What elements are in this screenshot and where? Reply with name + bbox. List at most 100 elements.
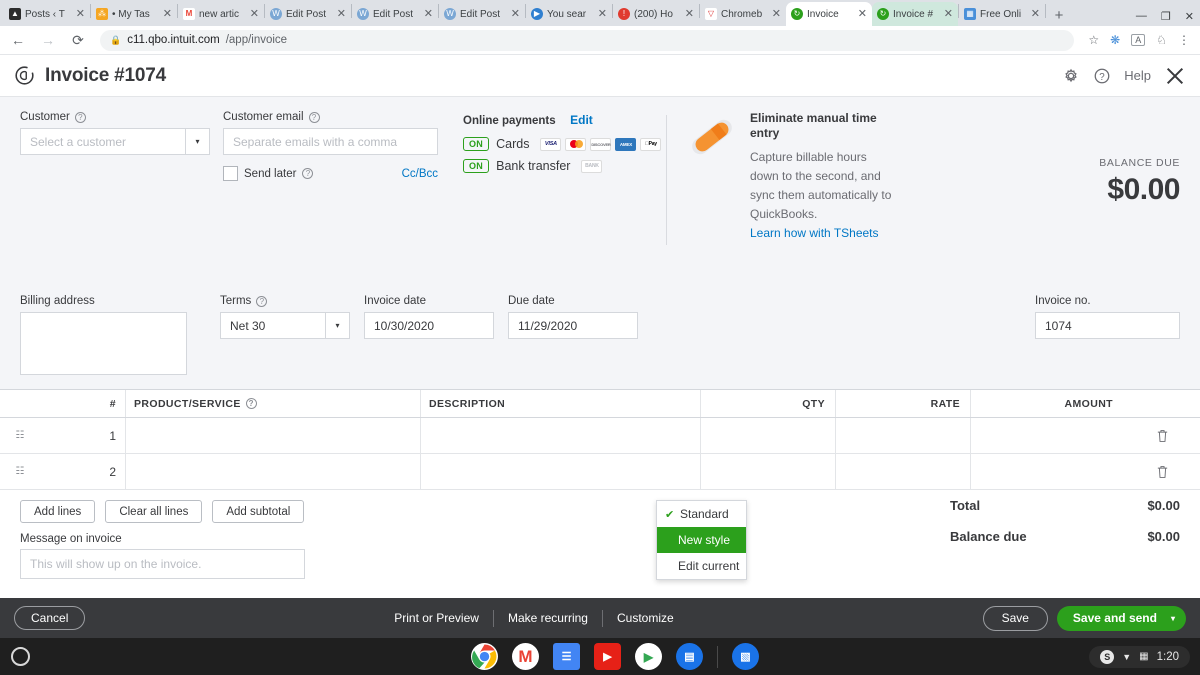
billing-address-input[interactable]: [20, 312, 187, 375]
chevron-down-icon[interactable]: ▾: [325, 313, 349, 338]
menu-item-new-style[interactable]: New style: [657, 527, 746, 553]
add-lines-button[interactable]: Add lines: [20, 500, 96, 523]
amount-cell[interactable]: [970, 454, 1125, 489]
menu-item-standard[interactable]: ✔ Standard: [657, 501, 746, 527]
browser-tab[interactable]: ▦ Free Onli ✕: [959, 2, 1045, 26]
description-cell[interactable]: [420, 418, 700, 453]
chevron-down-icon[interactable]: ▾: [185, 129, 209, 154]
make-recurring-button[interactable]: Make recurring: [494, 611, 602, 625]
rate-cell[interactable]: [835, 454, 970, 489]
save-and-send-button[interactable]: Save and send ▾: [1056, 605, 1186, 631]
tab-close-icon[interactable]: ✕: [772, 8, 781, 20]
play-store-icon[interactable]: ▶: [635, 643, 662, 670]
puzzle-icon[interactable]: ♘: [1156, 33, 1167, 47]
close-window-button[interactable]: ✕: [1185, 10, 1194, 23]
browser-tab[interactable]: W Edit Post ✕: [265, 2, 351, 26]
browser-tab[interactable]: ↻ Invoice # ✕: [872, 2, 958, 26]
chrome-icon[interactable]: [471, 643, 498, 670]
extension-icon[interactable]: ❋: [1110, 33, 1120, 47]
invoice-no-input[interactable]: 1074: [1035, 312, 1180, 339]
tab-close-icon[interactable]: ✕: [944, 8, 953, 20]
promo-link[interactable]: Learn how with TSheets: [750, 226, 898, 240]
help-tooltip-icon[interactable]: ?: [256, 295, 268, 307]
browser-tab[interactable]: ! (200) Ho ✕: [613, 2, 699, 26]
help-tooltip-icon[interactable]: ?: [74, 111, 86, 123]
add-subtotal-button[interactable]: Add subtotal: [212, 500, 305, 523]
message-input[interactable]: This will show up on the invoice.: [20, 549, 305, 579]
menu-icon[interactable]: ⋮: [1178, 33, 1190, 47]
customer-input[interactable]: Select a customer ▾: [20, 128, 210, 155]
battery-icon[interactable]: ▦: [1139, 651, 1148, 662]
help-tooltip-icon[interactable]: ?: [308, 111, 320, 123]
menu-item-edit-current[interactable]: Edit current: [657, 553, 746, 579]
help-icon[interactable]: ?: [1093, 67, 1111, 85]
reload-icon[interactable]: ⟳: [70, 32, 86, 49]
avatar[interactable]: S: [1100, 649, 1115, 664]
close-icon[interactable]: [1164, 65, 1186, 87]
clock[interactable]: 1:20: [1157, 651, 1179, 663]
back-icon[interactable]: ←: [10, 32, 26, 48]
google-docs-icon[interactable]: ☰: [553, 643, 580, 670]
terms-select[interactable]: Net 30 ▾: [220, 312, 350, 339]
youtube-icon[interactable]: ▶: [594, 643, 621, 670]
qty-cell[interactable]: [700, 418, 835, 453]
due-date-input[interactable]: 11/29/2020: [508, 312, 638, 339]
amount-cell[interactable]: [970, 418, 1125, 453]
launcher-icon[interactable]: [11, 647, 30, 666]
google-keep-icon[interactable]: ▤: [676, 643, 703, 670]
forward-icon[interactable]: →: [40, 32, 56, 48]
browser-tab[interactable]: ⁂ • My Tas ✕: [91, 2, 177, 26]
chevron-down-icon[interactable]: ▾: [1171, 614, 1175, 623]
browser-tab[interactable]: W Edit Post ✕: [439, 2, 525, 26]
tab-close-icon[interactable]: ✕: [511, 8, 520, 20]
customize-button[interactable]: Customize: [603, 611, 688, 625]
tab-close-icon[interactable]: ✕: [1031, 8, 1040, 20]
trash-icon[interactable]: [1125, 454, 1200, 489]
files-icon[interactable]: ▧: [732, 643, 759, 670]
star-icon[interactable]: ☆: [1088, 33, 1099, 47]
tab-close-icon[interactable]: ✕: [685, 8, 694, 20]
browser-tab[interactable]: M new artic ✕: [178, 2, 264, 26]
product-cell[interactable]: [125, 418, 420, 453]
browser-tab[interactable]: ▽ Chromeb ✕: [700, 2, 786, 26]
print-or-preview-button[interactable]: Print or Preview: [380, 611, 493, 625]
table-row[interactable]: ☷ 1: [0, 418, 1200, 454]
system-tray[interactable]: S ▼ ▦ 1:20: [1089, 645, 1190, 668]
tab-close-icon[interactable]: ✕: [858, 8, 867, 20]
save-button[interactable]: Save: [982, 605, 1048, 631]
rate-cell[interactable]: [835, 418, 970, 453]
browser-tab[interactable]: ▲ Posts ‹ T ✕: [4, 2, 90, 26]
gmail-icon[interactable]: M: [512, 643, 539, 670]
address-bar[interactable]: 🔒 c11.qbo.intuit.com/app/invoice: [100, 29, 1075, 51]
browser-tab[interactable]: ▶ You sear ✕: [526, 2, 612, 26]
trash-icon[interactable]: [1125, 418, 1200, 453]
customer-email-input[interactable]: Separate emails with a comma: [223, 128, 438, 155]
cards-toggle[interactable]: ON: [463, 137, 490, 151]
table-row[interactable]: ☷ 2: [0, 454, 1200, 490]
help-tooltip-icon[interactable]: ?: [245, 398, 257, 409]
invoice-date-input[interactable]: 10/30/2020: [364, 312, 494, 339]
product-cell[interactable]: [125, 454, 420, 489]
gear-icon[interactable]: [1062, 67, 1080, 85]
send-later-checkbox[interactable]: [223, 166, 238, 181]
browser-tab-active[interactable]: ↻ Invoice ✕: [786, 2, 872, 26]
help-label[interactable]: Help: [1124, 68, 1151, 83]
minimize-button[interactable]: —: [1136, 10, 1147, 23]
new-tab-button[interactable]: +: [1046, 7, 1072, 24]
drag-handle-icon[interactable]: ☷: [0, 430, 40, 441]
ccbcc-link[interactable]: Cc/Bcc: [402, 168, 438, 180]
tab-close-icon[interactable]: ✕: [424, 8, 433, 20]
tab-close-icon[interactable]: ✕: [76, 8, 85, 20]
wifi-icon[interactable]: ▼: [1122, 652, 1131, 662]
edit-payments-link[interactable]: Edit: [570, 113, 593, 127]
cancel-button[interactable]: Cancel: [14, 606, 86, 630]
clear-all-lines-button[interactable]: Clear all lines: [105, 500, 203, 523]
drag-handle-icon[interactable]: ☷: [0, 466, 40, 477]
bank-transfer-toggle[interactable]: ON: [463, 159, 490, 173]
help-tooltip-icon[interactable]: ?: [302, 168, 314, 179]
description-cell[interactable]: [420, 454, 700, 489]
browser-tab[interactable]: W Edit Post ✕: [352, 2, 438, 26]
tab-close-icon[interactable]: ✕: [250, 8, 259, 20]
qty-cell[interactable]: [700, 454, 835, 489]
tab-close-icon[interactable]: ✕: [163, 8, 172, 20]
